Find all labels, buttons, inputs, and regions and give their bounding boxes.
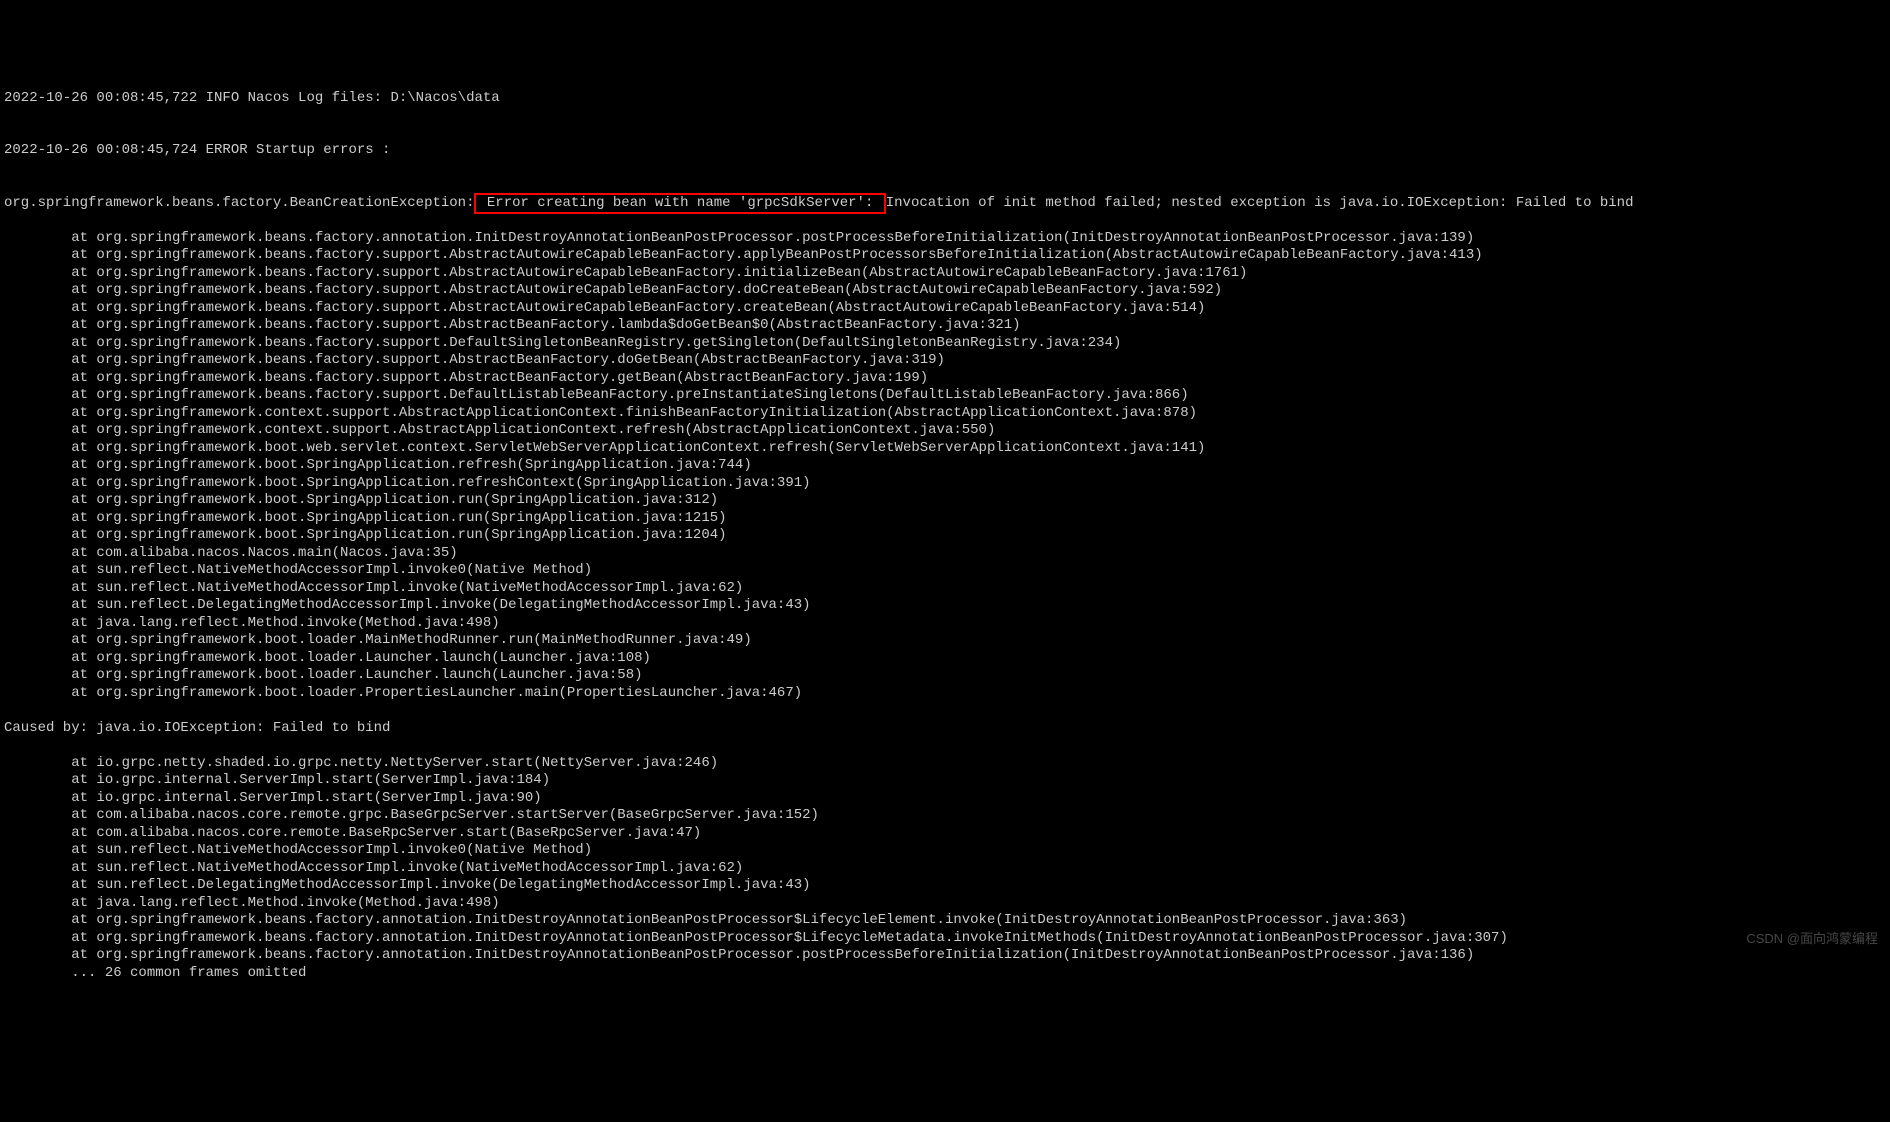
stack-frame: at io.grpc.internal.ServerImpl.start(Ser… (4, 790, 1886, 808)
stack-frame: at com.alibaba.nacos.Nacos.main(Nacos.ja… (4, 545, 1886, 563)
stack-frame: at org.springframework.boot.loader.MainM… (4, 632, 1886, 650)
stack-frame: at org.springframework.beans.factory.sup… (4, 265, 1886, 283)
stack-frame: at org.springframework.beans.factory.sup… (4, 300, 1886, 318)
stack-frame: at sun.reflect.NativeMethodAccessorImpl.… (4, 860, 1886, 878)
stack-frame: at org.springframework.beans.factory.sup… (4, 352, 1886, 370)
stack-frame: at com.alibaba.nacos.core.remote.grpc.Ba… (4, 807, 1886, 825)
stack-frame: at org.springframework.boot.SpringApplic… (4, 475, 1886, 493)
stack-frame: at org.springframework.boot.web.servlet.… (4, 440, 1886, 458)
stack-frame: at org.springframework.boot.SpringApplic… (4, 527, 1886, 545)
stack-frame: at org.springframework.beans.factory.sup… (4, 282, 1886, 300)
stack-frame: at org.springframework.boot.SpringApplic… (4, 510, 1886, 528)
stack-frame: at org.springframework.boot.SpringApplic… (4, 457, 1886, 475)
stack-frame: at org.springframework.boot.SpringApplic… (4, 492, 1886, 510)
stack-frame: at org.springframework.beans.factory.sup… (4, 387, 1886, 405)
exception-prefix: org.springframework.beans.factory.BeanCr… (4, 195, 474, 211)
stack-frame: at sun.reflect.DelegatingMethodAccessorI… (4, 877, 1886, 895)
stack-frame: at org.springframework.boot.loader.Launc… (4, 650, 1886, 668)
stack-frame: at org.springframework.beans.factory.ann… (4, 930, 1886, 948)
log-info-line: 2022-10-26 00:08:45,722 INFO Nacos Log f… (4, 90, 1886, 108)
caused-by-line: Caused by: java.io.IOException: Failed t… (4, 720, 1886, 738)
stack-frame: at org.springframework.beans.factory.sup… (4, 247, 1886, 265)
stack-frame: at com.alibaba.nacos.core.remote.BaseRpc… (4, 825, 1886, 843)
stack-trace-2: at io.grpc.netty.shaded.io.grpc.netty.Ne… (4, 755, 1886, 983)
stack-frame: at org.springframework.beans.factory.sup… (4, 335, 1886, 353)
exception-line: org.springframework.beans.factory.BeanCr… (4, 195, 1886, 213)
stack-frame: at io.grpc.netty.shaded.io.grpc.netty.Ne… (4, 755, 1886, 773)
stack-frame: at io.grpc.internal.ServerImpl.start(Ser… (4, 772, 1886, 790)
stack-frame: at sun.reflect.DelegatingMethodAccessorI… (4, 597, 1886, 615)
stack-frame: at org.springframework.beans.factory.ann… (4, 912, 1886, 930)
stack-frame: at sun.reflect.NativeMethodAccessorImpl.… (4, 580, 1886, 598)
stack-frame: ... 26 common frames omitted (4, 965, 1886, 983)
stack-frame: at org.springframework.beans.factory.sup… (4, 317, 1886, 335)
stack-frame: at sun.reflect.NativeMethodAccessorImpl.… (4, 562, 1886, 580)
terminal-output: 2022-10-26 00:08:45,722 INFO Nacos Log f… (4, 72, 1886, 1000)
stack-frame: at org.springframework.beans.factory.ann… (4, 947, 1886, 965)
log-error-line: 2022-10-26 00:08:45,724 ERROR Startup er… (4, 142, 1886, 160)
stack-frame: at sun.reflect.NativeMethodAccessorImpl.… (4, 842, 1886, 860)
stack-frame: at org.springframework.context.support.A… (4, 422, 1886, 440)
stack-frame: at org.springframework.beans.factory.ann… (4, 230, 1886, 248)
watermark: CSDN @面向鸿蒙编程 (1746, 931, 1878, 947)
stack-frame: at org.springframework.beans.factory.sup… (4, 370, 1886, 388)
stack-trace-1: at org.springframework.beans.factory.ann… (4, 230, 1886, 703)
stack-frame: at java.lang.reflect.Method.invoke(Metho… (4, 895, 1886, 913)
highlighted-error: Error creating bean with name 'grpcSdkSe… (474, 193, 885, 215)
stack-frame: at java.lang.reflect.Method.invoke(Metho… (4, 615, 1886, 633)
stack-frame: at org.springframework.context.support.A… (4, 405, 1886, 423)
stack-frame: at org.springframework.boot.loader.Launc… (4, 667, 1886, 685)
exception-suffix: Invocation of init method failed; nested… (886, 195, 1634, 211)
stack-frame: at org.springframework.boot.loader.Prope… (4, 685, 1886, 703)
